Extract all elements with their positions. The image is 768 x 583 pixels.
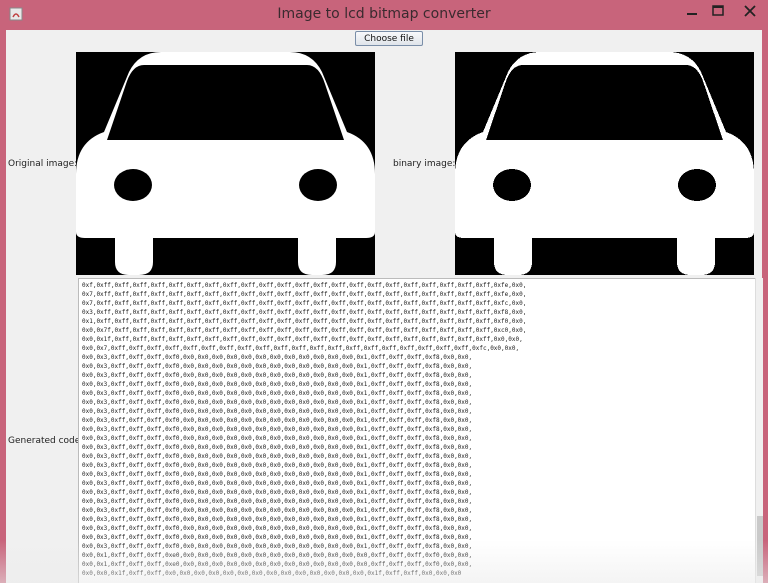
code-line: 0x1,0xff,0xff,0xff,0xff,0xff,0xff,0xff,0…	[82, 318, 527, 325]
code-line: 0x0,0x3,0xff,0xff,0xff,0xf0,0x0,0x0,0x0,…	[82, 354, 473, 361]
code-line: 0x0,0x1f,0xff,0xff,0xff,0xff,0xff,0xff,0…	[82, 336, 523, 343]
maximize-icon	[712, 5, 724, 16]
code-line: 0x0,0x3,0xff,0xff,0xff,0xf0,0x0,0x0,0x0,…	[82, 480, 473, 487]
code-line: 0x0,0x0,0x1f,0xff,0xff,0x0,0x0,0x0,0x0,0…	[82, 570, 462, 577]
code-line: 0x0,0x3,0xff,0xff,0xff,0xf0,0x0,0x0,0x0,…	[82, 435, 473, 442]
code-line: 0x0,0x3,0xff,0xff,0xff,0xf0,0x0,0x0,0x0,…	[82, 543, 473, 550]
code-line: 0x0,0x1,0xff,0xff,0xff,0xe0,0x0,0x0,0x0,…	[82, 561, 473, 568]
code-line: 0x0,0x3,0xff,0xff,0xff,0xf0,0x0,0x0,0x0,…	[82, 426, 473, 433]
code-line: 0x0,0x3,0xff,0xff,0xff,0xf0,0x0,0x0,0x0,…	[82, 534, 473, 541]
close-button[interactable]	[732, 0, 768, 22]
code-line: 0x0,0x3,0xff,0xff,0xff,0xf0,0x0,0x0,0x0,…	[82, 408, 473, 415]
code-line: 0x0,0x3,0xff,0xff,0xff,0xf0,0x0,0x0,0x0,…	[82, 516, 473, 523]
code-line: 0x3,0xff,0xff,0xff,0xff,0xff,0xff,0xff,0…	[82, 309, 527, 316]
code-line: 0x0,0x7f,0xff,0xff,0xff,0xff,0xff,0xff,0…	[82, 327, 527, 334]
code-line: 0x0,0x3,0xff,0xff,0xff,0xf0,0x0,0x0,0x0,…	[82, 363, 473, 370]
window-title: Image to lcd bitmap converter	[277, 6, 491, 22]
generated-code-text: 0xf,0xff,0xff,0xff,0xff,0xff,0xff,0xff,0…	[82, 281, 742, 578]
code-line: 0x0,0x3,0xff,0xff,0xff,0xf0,0x0,0x0,0x0,…	[82, 453, 473, 460]
car-front-icon	[76, 52, 375, 275]
binary-image	[455, 52, 754, 275]
code-line: 0x0,0x3,0xff,0xff,0xff,0xf0,0x0,0x0,0x0,…	[82, 417, 473, 424]
code-line: 0x7,0xff,0xff,0xff,0xff,0xff,0xff,0xff,0…	[82, 291, 527, 298]
binary-image-label: binary image:	[393, 159, 456, 169]
code-line: 0x0,0x3,0xff,0xff,0xff,0xf0,0x0,0x0,0x0,…	[82, 498, 473, 505]
close-icon	[744, 5, 756, 17]
maximize-button[interactable]	[706, 0, 730, 22]
code-line: 0x0,0x3,0xff,0xff,0xff,0xf0,0x0,0x0,0x0,…	[82, 525, 473, 532]
code-line: 0x0,0x3,0xff,0xff,0xff,0xf0,0x0,0x0,0x0,…	[82, 399, 473, 406]
code-line: 0xf,0xff,0xff,0xff,0xff,0xff,0xff,0xff,0…	[82, 282, 527, 289]
code-scrollbar[interactable]	[755, 278, 763, 583]
code-line: 0x0,0x3,0xff,0xff,0xff,0xf0,0x0,0x0,0x0,…	[82, 372, 473, 379]
generated-code-label: Generated code:	[8, 436, 84, 446]
code-line: 0x0,0x3,0xff,0xff,0xff,0xf0,0x0,0x0,0x0,…	[82, 471, 473, 478]
code-line: 0x0,0x3,0xff,0xff,0xff,0xf0,0x0,0x0,0x0,…	[82, 381, 473, 388]
code-line: 0x0,0x3,0xff,0xff,0xff,0xf0,0x0,0x0,0x0,…	[82, 462, 473, 469]
generated-code-textarea[interactable]: 0xf,0xff,0xff,0xff,0xff,0xff,0xff,0xff,0…	[78, 278, 755, 583]
minimize-button[interactable]	[680, 0, 704, 22]
original-image-label: Original image:	[8, 159, 78, 169]
code-line: 0x0,0x3,0xff,0xff,0xff,0xf0,0x0,0x0,0x0,…	[82, 390, 473, 397]
title-bar[interactable]: Image to lcd bitmap converter	[0, 0, 768, 30]
minimize-icon	[687, 13, 697, 15]
original-image	[76, 52, 375, 275]
code-line: 0x0,0x3,0xff,0xff,0xff,0xf0,0x0,0x0,0x0,…	[82, 444, 473, 451]
code-line: 0x0,0x7,0xff,0xff,0xff,0xff,0xff,0xff,0x…	[82, 345, 520, 352]
code-line: 0x7,0xff,0xff,0xff,0xff,0xff,0xff,0xff,0…	[82, 300, 527, 307]
car-front-icon	[455, 52, 754, 275]
code-line: 0x0,0x3,0xff,0xff,0xff,0xf0,0x0,0x0,0x0,…	[82, 507, 473, 514]
choose-file-button[interactable]: Choose file	[355, 31, 423, 46]
code-scrollbar-thumb[interactable]	[757, 516, 763, 576]
code-line: 0x0,0x3,0xff,0xff,0xff,0xf0,0x0,0x0,0x0,…	[82, 489, 473, 496]
code-line: 0x0,0x1,0xff,0xff,0xff,0xe0,0x0,0x0,0x0,…	[82, 552, 473, 559]
